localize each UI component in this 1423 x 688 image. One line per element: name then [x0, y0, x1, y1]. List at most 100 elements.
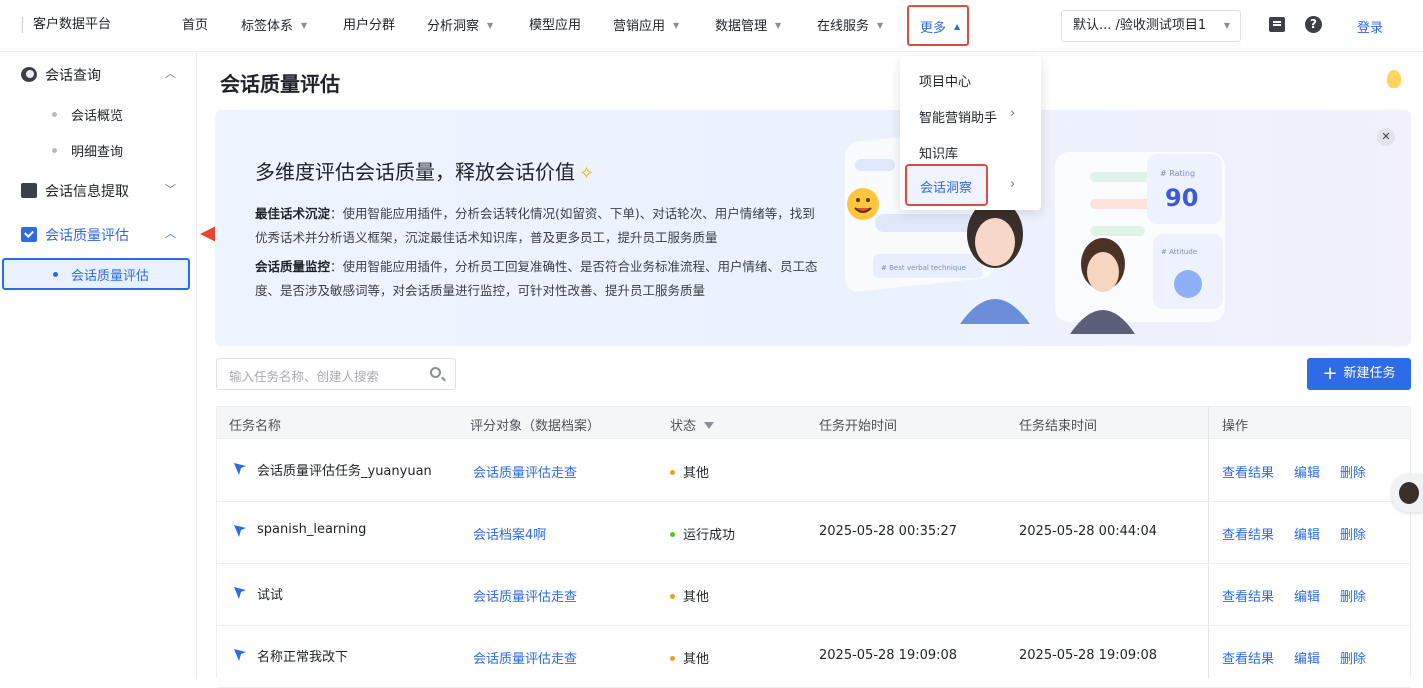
new-task-button[interactable]: + 新建任务: [1307, 358, 1411, 390]
evaluation-target-link[interactable]: 会话质量评估走查: [473, 462, 577, 481]
chat-icon: [21, 67, 37, 82]
search-placeholder: 输入任务名称、创建人搜索: [229, 369, 380, 384]
column-header: 评分对象（数据档案）: [470, 419, 601, 434]
sidebar-group-label: 会话信息提取: [45, 184, 129, 200]
message-icon[interactable]: [1269, 17, 1285, 32]
menu-item-label: 会话洞察: [920, 181, 973, 196]
table-row: 会话质量评估任务_yuanyuan 会话质量评估走查 其他 查看结果 编辑 删除: [217, 440, 1410, 502]
brand-name[interactable]: 客户数据平台: [22, 17, 111, 33]
caret-down-icon: ▼: [877, 21, 884, 30]
task-icon: [234, 463, 246, 475]
nav-online-service[interactable]: 在线服务 ▼: [817, 17, 883, 36]
main-content: 会话质量评估 多维度评估会话质量，释放会话价值 ✧ 最佳话术沉淀：使用智能应用插件…: [197, 52, 1423, 688]
edit-link[interactable]: 编辑: [1294, 648, 1320, 667]
status-dot: [670, 656, 675, 661]
task-search-input[interactable]: 输入任务名称、创建人搜索: [216, 358, 456, 390]
nav-label: 首页: [182, 18, 209, 33]
search-icon[interactable]: [430, 367, 441, 378]
nav-label: 分析洞察: [427, 19, 480, 34]
chevron-right-icon: ›: [1010, 106, 1016, 121]
lightbulb-icon[interactable]: [1387, 70, 1401, 88]
login-link[interactable]: 登录: [1357, 17, 1383, 36]
evaluation-target-link[interactable]: 会话质量评估走查: [473, 586, 577, 605]
nav-home[interactable]: 首页: [182, 17, 208, 35]
nav-tag-system[interactable]: 标签体系 ▼: [241, 17, 307, 36]
bullet-dot: [52, 112, 57, 117]
nav-analysis-insight[interactable]: 分析洞察 ▼: [427, 17, 493, 36]
sidebar-group-session-query[interactable]: 会话查询 ︿: [0, 56, 197, 92]
filter-icon[interactable]: [704, 422, 715, 429]
column-header: 状态: [670, 419, 697, 434]
banner-paragraph-text: ：使用智能应用插件，分析员工回复准确性、是否符合业务标准流程、用户情绪、员工态度…: [255, 259, 818, 298]
caret-down-icon: ▼: [775, 21, 782, 30]
project-select[interactable]: 默认... /验收测试项目1 ▼: [1061, 10, 1241, 42]
best-technique-label: # Best verbal technique: [881, 264, 966, 272]
status-badge: 其他: [670, 462, 709, 481]
task-name: spanish_learning: [257, 522, 367, 537]
sidebar-item-session-overview[interactable]: 会话概览: [0, 97, 197, 131]
delete-link[interactable]: 删除: [1340, 648, 1366, 667]
nav-label: 用户分群: [343, 18, 396, 33]
task-table: 任务名称 评分对象（数据档案） 状态 任务开始时间 任务结束时间 操作 会话质量…: [216, 406, 1411, 688]
view-result-link[interactable]: 查看结果: [1222, 648, 1274, 667]
chevron-up-icon: ︿: [165, 67, 176, 80]
page-title: 会话质量评估: [220, 72, 340, 96]
view-result-link[interactable]: 查看结果: [1222, 524, 1274, 543]
view-result-link[interactable]: 查看结果: [1222, 462, 1274, 481]
table-row: 名称正常我改下 会话质量评估走查 其他 2025-05-28 19:09:08 …: [217, 626, 1410, 688]
edit-link[interactable]: 编辑: [1294, 462, 1320, 481]
quality-check-icon: [21, 227, 37, 242]
evaluation-target-link[interactable]: 会话质量评估走查: [473, 648, 577, 667]
status-badge: 运行成功: [670, 524, 735, 543]
banner-paragraph-heading: 会话质量监控: [255, 259, 331, 274]
nav-user-segments[interactable]: 用户分群: [343, 17, 395, 35]
project-select-value: 默认... /验收测试项目1: [1073, 18, 1207, 33]
nav-data-management[interactable]: 数据管理 ▼: [715, 17, 781, 36]
delete-link[interactable]: 删除: [1340, 524, 1366, 543]
nav-model-apps[interactable]: 模型应用: [529, 17, 581, 35]
caret-up-icon: ▲: [954, 22, 961, 31]
task-icon: [234, 587, 246, 599]
status-dot: [670, 594, 675, 599]
sidebar: 会话查询 ︿ 会话概览 明细查询 会话信息提取 ﹀ 会话质量评估 ︿ 会话质量评…: [0, 52, 197, 678]
help-icon[interactable]: ?: [1305, 16, 1322, 33]
nav-marketing-apps[interactable]: 营销应用 ▼: [613, 17, 679, 36]
column-header: 任务结束时间: [1019, 419, 1098, 434]
delete-link[interactable]: 删除: [1340, 586, 1366, 605]
more-dropdown-menu: 项目中心 智能营销助手 › 知识库 会话洞察 ›: [900, 56, 1041, 210]
nav-label: 数据管理: [715, 19, 768, 34]
column-header: 操作: [1222, 419, 1249, 434]
nav-more-highlighted[interactable]: 更多 ▲: [907, 5, 969, 46]
banner-title-text: 多维度评估会话质量，释放会话价值: [255, 160, 575, 184]
menu-item-label: 知识库: [919, 147, 959, 162]
close-icon[interactable]: ✕: [1377, 128, 1395, 146]
delete-link[interactable]: 删除: [1340, 462, 1366, 481]
menu-item-project-center[interactable]: 项目中心: [900, 60, 1041, 96]
nav-label: 在线服务: [817, 19, 870, 34]
sidebar-item-quality-evaluation[interactable]: 会话质量评估: [2, 258, 190, 290]
edit-link[interactable]: 编辑: [1294, 586, 1320, 605]
status-text: 其他: [683, 652, 710, 667]
sidebar-item-detail-query[interactable]: 明细查询: [0, 133, 197, 167]
rating-label: # Rating: [1160, 169, 1195, 178]
assistant-avatar[interactable]: [1392, 474, 1423, 512]
sidebar-group-info-extraction[interactable]: 会话信息提取 ﹀: [0, 172, 197, 208]
banner-title: 多维度评估会话质量，释放会话价值 ✧: [255, 156, 594, 185]
sidebar-group-label: 会话查询: [45, 68, 101, 84]
banner-paragraph-monitoring: 会话质量监控：使用智能应用插件，分析员工回复准确性、是否符合业务标准流程、用户情…: [255, 255, 825, 303]
menu-item-smart-marketing-assistant[interactable]: 智能营销助手 ›: [900, 96, 1041, 132]
sidebar-item-label: 明细查询: [71, 145, 124, 160]
intro-banner: 多维度评估会话质量，释放会话价值 ✧ 最佳话术沉淀：使用智能应用插件，分析会话转化…: [215, 110, 1411, 346]
task-name: 会话质量评估任务_yuanyuan: [257, 464, 432, 479]
status-text: 运行成功: [683, 528, 736, 543]
view-result-link[interactable]: 查看结果: [1222, 586, 1274, 605]
sidebar-group-quality-evaluation[interactable]: 会话质量评估 ︿: [0, 216, 197, 252]
task-icon: [234, 525, 246, 537]
table-header: 任务名称 评分对象（数据档案） 状态 任务开始时间 任务结束时间 操作: [217, 407, 1410, 439]
menu-item-session-insight[interactable]: 会话洞察 ›: [905, 164, 1015, 206]
caret-down-icon: ▼: [673, 21, 680, 30]
nav-label: 标签体系: [241, 19, 294, 34]
menu-item-knowledge-base[interactable]: 知识库: [900, 132, 1041, 168]
evaluation-target-link[interactable]: 会话档案4啊: [473, 524, 546, 543]
edit-link[interactable]: 编辑: [1294, 524, 1320, 543]
